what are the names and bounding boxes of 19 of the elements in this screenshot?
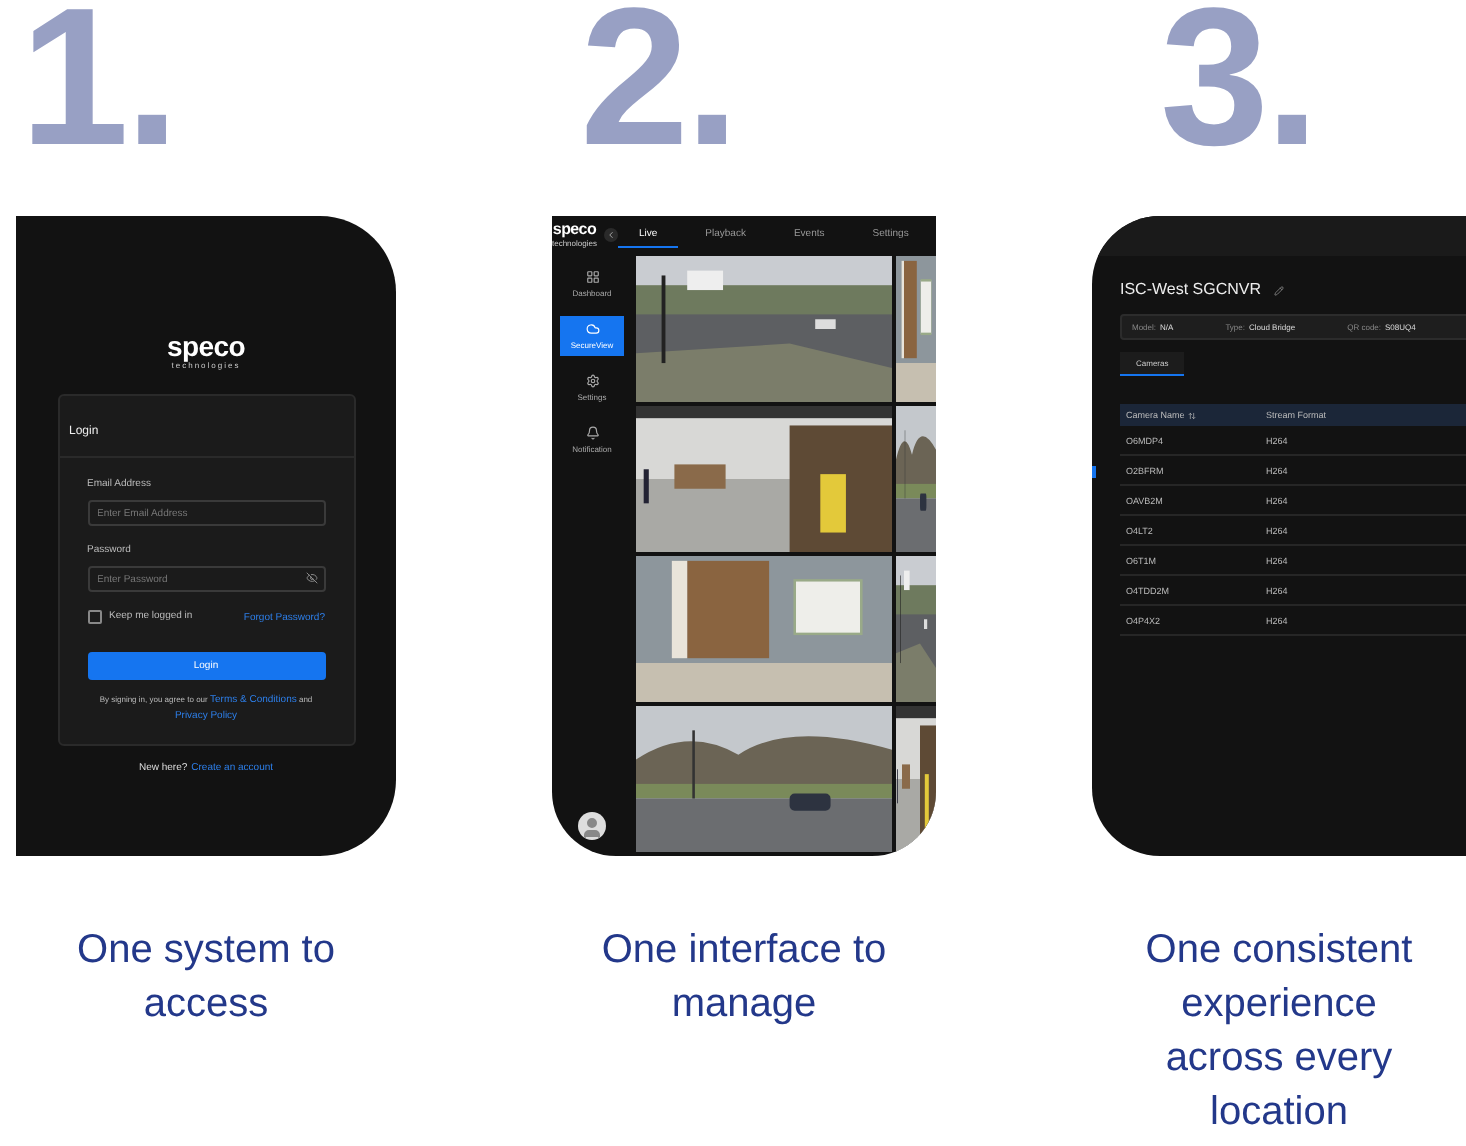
collapse-button[interactable] bbox=[604, 227, 619, 241]
eye-off-icon[interactable] bbox=[305, 572, 317, 584]
sort-icon[interactable] bbox=[1188, 411, 1197, 419]
chevron-left-icon bbox=[606, 229, 617, 239]
step-caption: One consistent experience across every location bbox=[1143, 926, 1415, 1138]
avatar-icon[interactable] bbox=[578, 812, 606, 840]
device-title: ISC-West SGCNVR bbox=[1120, 280, 1262, 300]
bell-icon bbox=[585, 426, 599, 440]
checkbox[interactable] bbox=[87, 610, 101, 624]
cloud-icon bbox=[585, 322, 599, 336]
step-number: 3. bbox=[1160, 0, 1316, 190]
step-caption: One interface to manage bbox=[599, 926, 889, 1030]
edit-icon[interactable] bbox=[1273, 285, 1284, 295]
indicator-mark bbox=[1092, 466, 1096, 478]
step-number: 2. bbox=[580, 0, 736, 190]
gear-icon bbox=[585, 374, 599, 388]
step-caption: One system to access bbox=[75, 926, 337, 1030]
grid-icon bbox=[585, 270, 599, 284]
step-number: 1. bbox=[20, 0, 176, 190]
